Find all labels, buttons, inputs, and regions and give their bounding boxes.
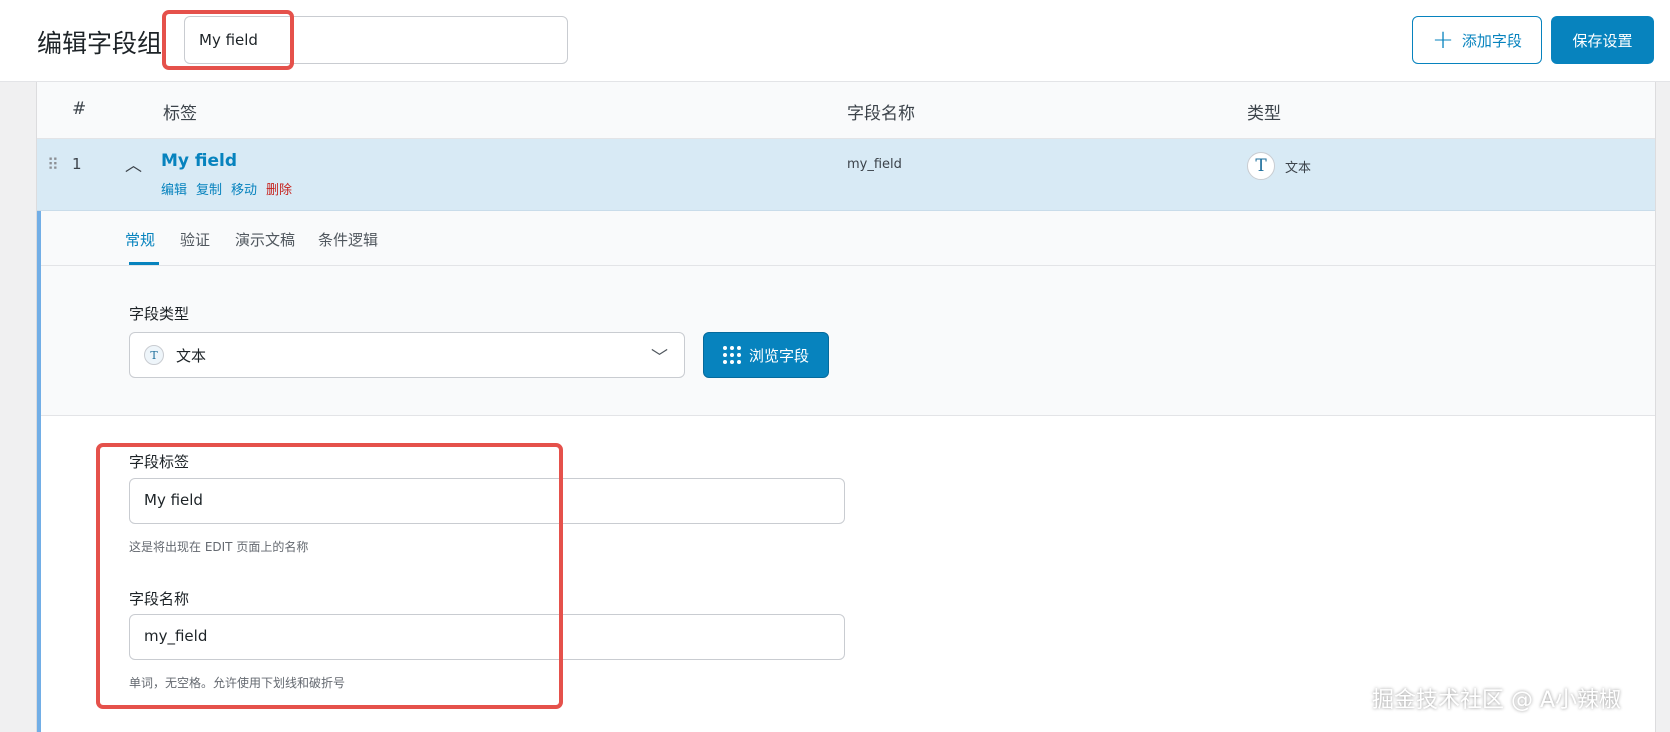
add-field-label: 添加字段 (1461, 31, 1522, 50)
save-settings-button[interactable]: 保存设置 (1551, 16, 1654, 64)
fields-panel: # 标签 字段名称 类型 ⠿ 1 ︿ My field 编辑 复制 移动 删除 … (36, 82, 1656, 732)
tab-conditional-logic[interactable]: 条件逻辑 (318, 229, 378, 250)
table-header: # 标签 字段名称 类型 (37, 82, 1655, 139)
field-label-title: 字段标签 (129, 453, 190, 471)
row-number: 1 (72, 155, 82, 173)
tab-validation[interactable]: 验证 (180, 229, 210, 250)
table-row[interactable]: ⠿ 1 ︿ My field 编辑 复制 移动 删除 my_field T 文本 (37, 139, 1655, 211)
field-name-title: 字段名称 (129, 590, 190, 608)
duplicate-link[interactable]: 复制 (196, 179, 222, 198)
col-field-name: 字段名称 (847, 104, 915, 124)
watermark: 掘金技术社区 @ A小辣椒 (1372, 688, 1622, 713)
plus-icon: + (1432, 25, 1454, 55)
row-actions: 编辑 复制 移动 删除 (161, 179, 292, 198)
field-type-cell: 文本 (1285, 161, 1312, 176)
field-label-link[interactable]: My field (161, 151, 237, 171)
col-label: 标签 (163, 104, 197, 124)
field-name-cell: my_field (847, 157, 902, 172)
text-type-icon: T (1247, 152, 1275, 180)
settings-tabs: 常规 验证 演示文稿 条件逻辑 (41, 211, 1655, 266)
page-title: 编辑字段组 (37, 29, 163, 58)
delete-link[interactable]: 删除 (266, 179, 292, 198)
browse-fields-label: 浏览字段 (748, 346, 809, 365)
field-type-label: 字段类型 (129, 305, 190, 323)
field-type-select[interactable]: T 文本 ﹀ (129, 332, 685, 378)
grid-icon (722, 346, 741, 364)
add-field-button[interactable]: + 添加字段 (1412, 16, 1542, 64)
chevron-down-icon: ﹀ (651, 348, 668, 368)
col-number: # (72, 99, 87, 119)
tab-general[interactable]: 常规 (125, 229, 155, 250)
text-type-icon: T (144, 345, 164, 365)
top-bar: 编辑字段组 My field + 添加字段 保存设置 (0, 0, 1670, 82)
move-link[interactable]: 移动 (231, 179, 257, 198)
browse-fields-button[interactable]: 浏览字段 (703, 332, 829, 378)
chevron-up-icon[interactable]: ︿ (125, 151, 142, 176)
field-name-input[interactable]: my_field (129, 614, 845, 660)
field-type-section: 字段类型 T 文本 ﹀ 浏览字段 (41, 266, 1655, 416)
drag-handle-icon[interactable]: ⠿ (47, 155, 59, 174)
field-name-hint: 单词，无空格。允许使用下划线和破折号 (129, 676, 346, 690)
edit-link[interactable]: 编辑 (161, 179, 187, 198)
col-type: 类型 (1247, 104, 1281, 124)
field-label-hint: 这是将出现在 EDIT 页面上的名称 (129, 540, 309, 554)
field-settings: 常规 验证 演示文稿 条件逻辑 字段类型 T 文本 ﹀ 浏览字段 字段标签 My… (37, 211, 1655, 732)
field-label-input[interactable]: My field (129, 478, 845, 524)
active-tab-indicator (129, 262, 159, 265)
field-type-selected: 文本 (176, 347, 207, 365)
tab-presentation[interactable]: 演示文稿 (235, 229, 295, 250)
field-group-title-input[interactable]: My field (184, 16, 568, 64)
